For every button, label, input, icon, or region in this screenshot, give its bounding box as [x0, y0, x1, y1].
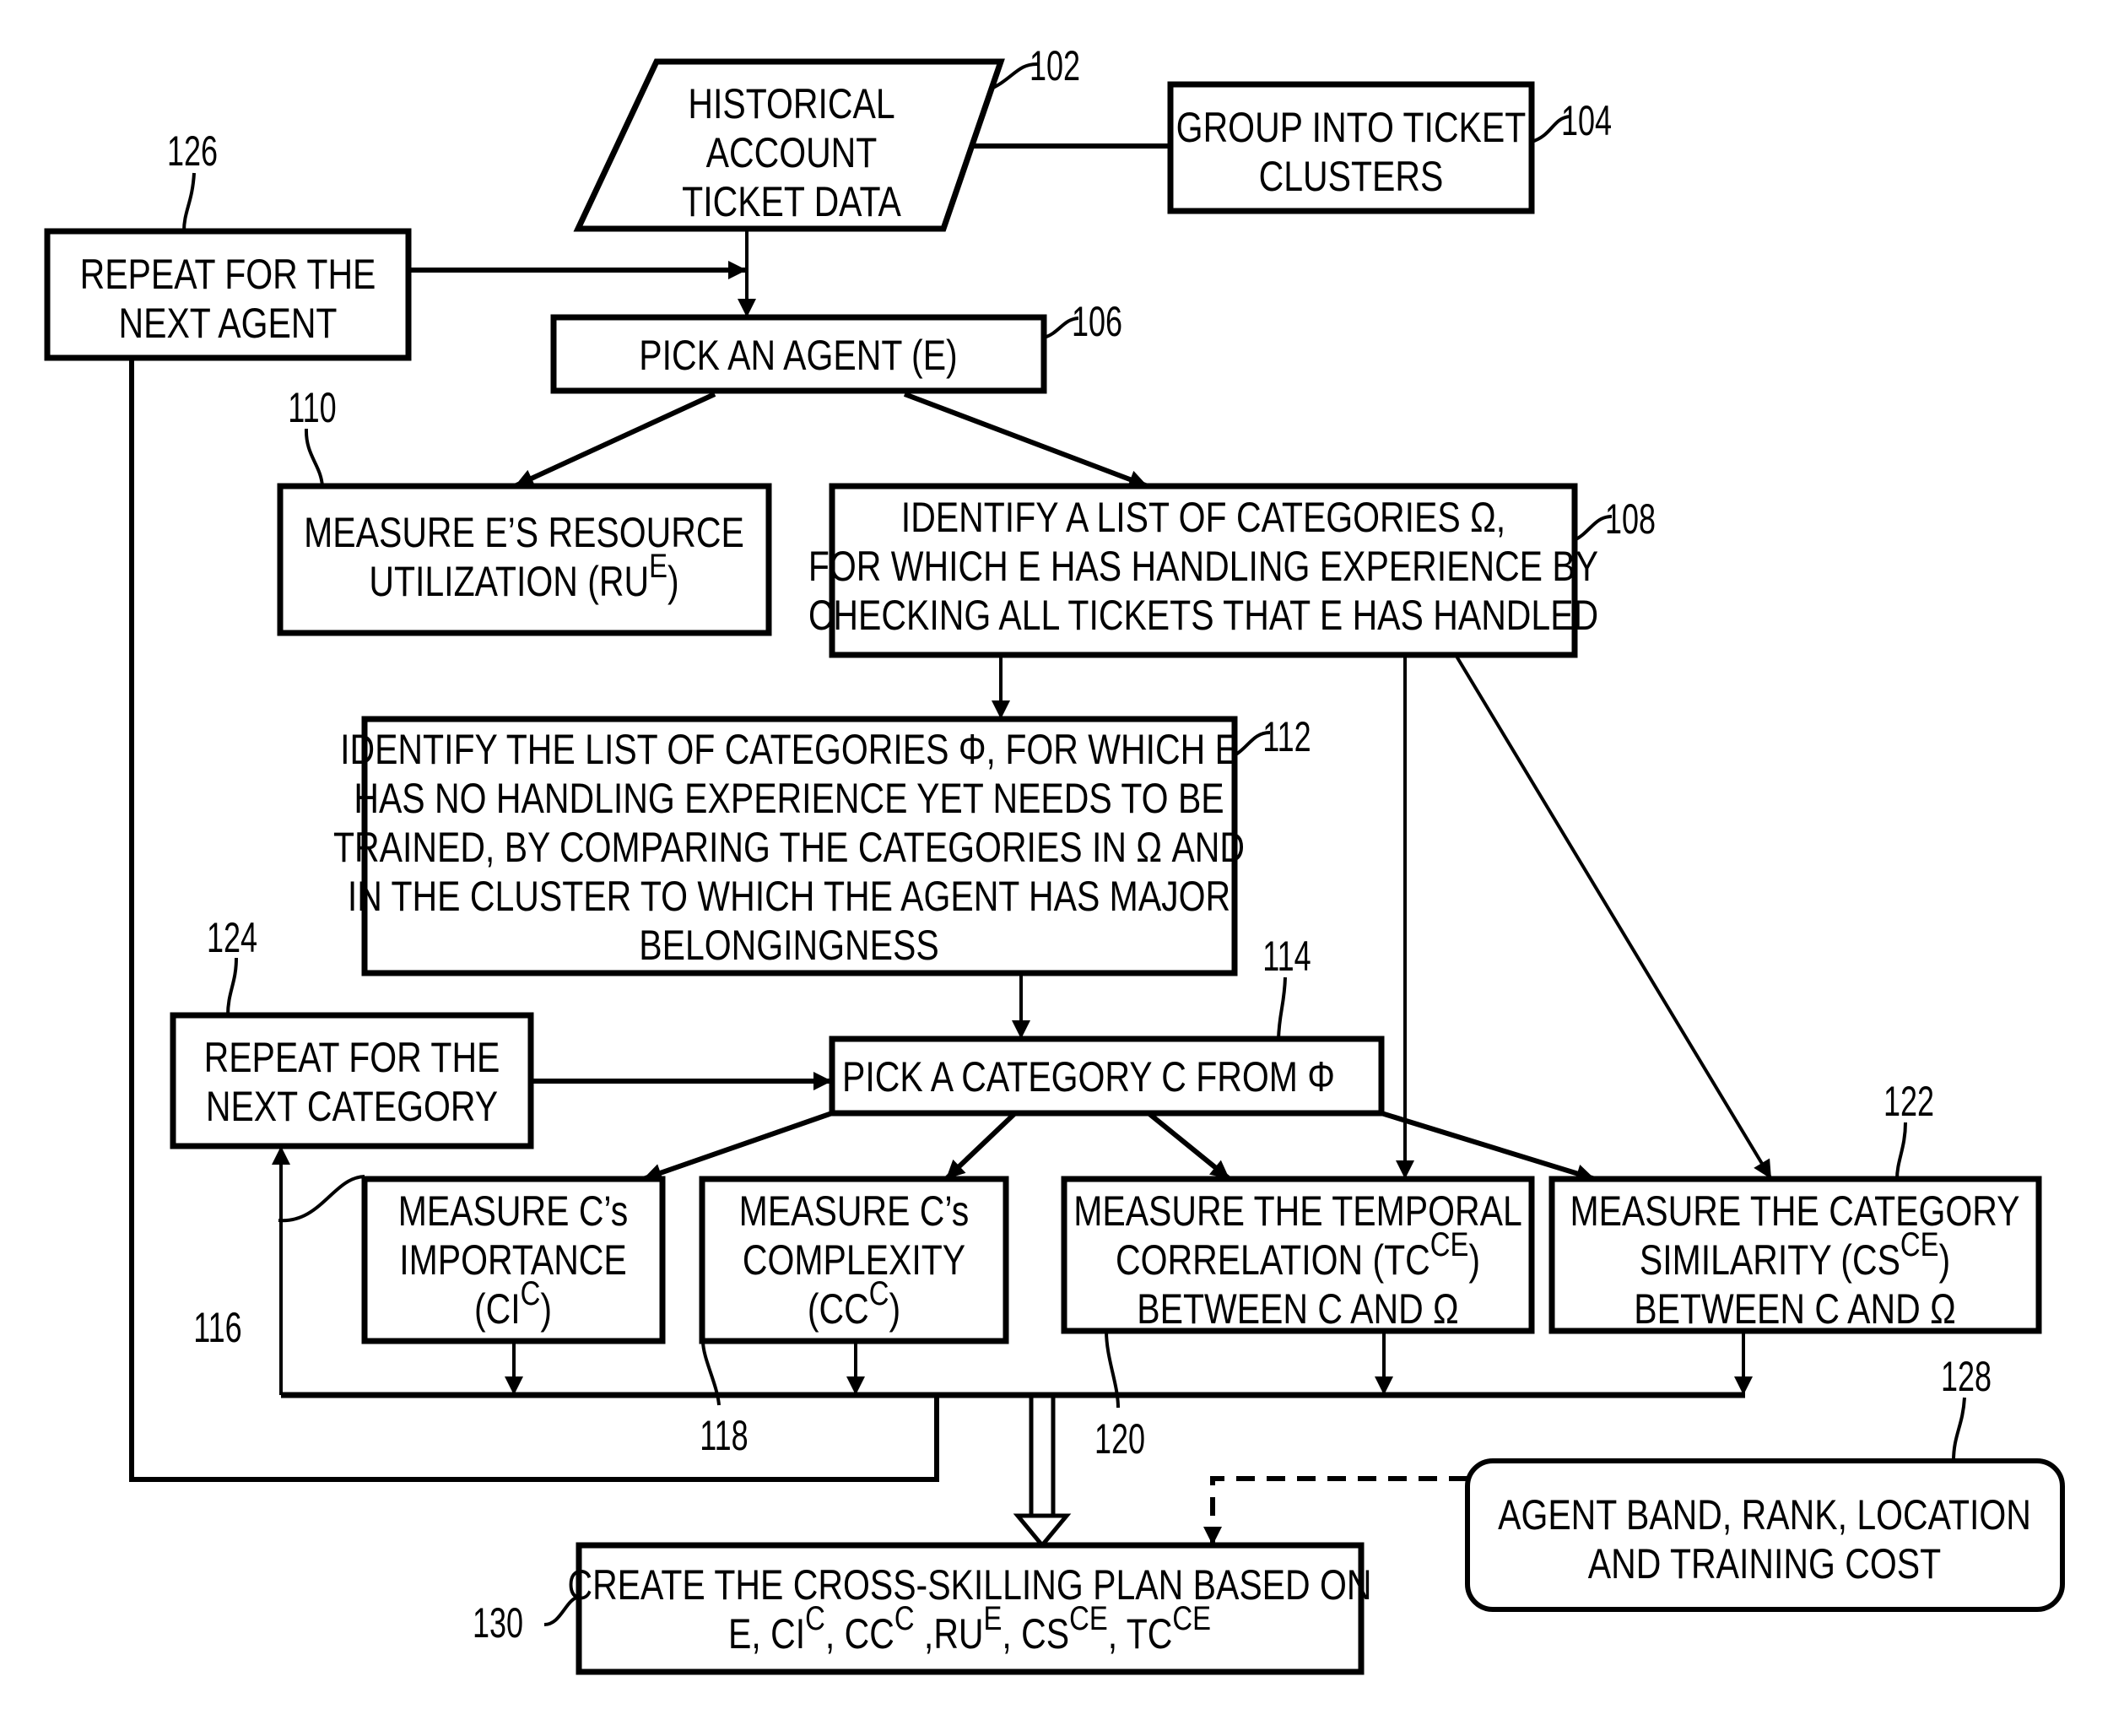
node-112-line-1: HAS NO HANDLING EXPERIENCE YET NEEDS TO …: [354, 775, 1224, 822]
node-112-line-0: IDENTIFY THE LIST OF CATEGORIES Φ, FOR W…: [340, 726, 1238, 773]
node-118-line-1: COMPLEXITY: [743, 1236, 965, 1284]
edge-bus-130: [1013, 1395, 1072, 1549]
leader-124: [226, 957, 238, 1016]
edge-114-118: [943, 1111, 1018, 1182]
node-104-line-0: GROUP INTO TICKET: [1176, 104, 1527, 151]
node-108-line-0: IDENTIFY A LIST OF CATEGORIES Ω,: [901, 494, 1505, 541]
node-128-line-0: AGENT BAND, RANK, LOCATION: [1498, 1491, 2031, 1539]
leader-126: [182, 172, 196, 232]
node-102-line-0: HISTORICAL: [688, 80, 894, 127]
node-122-line-2: BETWEEN C AND Ω: [1634, 1285, 1955, 1333]
edge-106-110: [513, 392, 716, 489]
leader-122: [1895, 1122, 1907, 1180]
node-126-line-0: REPEAT FOR THE: [80, 251, 376, 298]
node-118-line-0: MEASURE C’s: [739, 1187, 970, 1235]
leader-114: [1277, 976, 1287, 1040]
node-114-line-0: PICK A CATEGORY C FROM Φ: [842, 1053, 1335, 1101]
edge-114-122: [1381, 1111, 1596, 1183]
node-102-line-2: TICKET DATA: [682, 178, 901, 225]
node-112-line-2: TRAINED, BY COMPARING THE CATEGORIES IN …: [333, 824, 1245, 871]
ref-numeral-116: 116: [193, 1305, 241, 1351]
ref-numeral-112: 112: [1262, 714, 1311, 760]
ref-numeral-108: 108: [1605, 496, 1656, 543]
edge-128-130: [1203, 1476, 1467, 1545]
leader-110: [304, 428, 324, 487]
node-122-line-0: MEASURE THE CATEGORY: [1570, 1187, 2019, 1235]
flowchart-canvas: HISTORICALACCOUNTTICKET DATA GROUP INTO T…: [44, 43, 2065, 1675]
ref-numeral-124: 124: [207, 915, 257, 961]
node-124-line-0: REPEAT FOR THE: [204, 1034, 500, 1081]
ref-numeral-102: 102: [1030, 43, 1080, 89]
node-124-line-1: NEXT CATEGORY: [206, 1083, 498, 1130]
edge-108-122: [1454, 653, 1773, 1181]
edge-114-120: [1147, 1111, 1231, 1182]
ref-numeral-130: 130: [473, 1600, 523, 1647]
ref-numeral-128: 128: [1941, 1354, 1992, 1400]
node-128-line-1: AND TRAINING COST: [1588, 1540, 1941, 1587]
ref-numeral-118: 118: [700, 1413, 748, 1459]
node-108-line-1: FOR WHICH E HAS HANDLING EXPERIENCE BY: [808, 543, 1598, 590]
node-112-line-3: IN THE CLUSTER TO WHICH THE AGENT HAS MA…: [348, 873, 1230, 920]
node-102-line-1: ACCOUNT: [706, 129, 878, 176]
node-130-line-0: CREATE THE CROSS-SKILLING PLAN BASED ON: [567, 1561, 1371, 1609]
edge-114-116: [642, 1111, 833, 1182]
ref-numeral-110: 110: [288, 385, 336, 431]
node-106-line-0: PICK AN AGENT (E): [639, 332, 957, 379]
ref-numeral-122: 122: [1883, 1079, 1934, 1125]
node-116-line-1: IMPORTANCE: [399, 1236, 627, 1284]
edge-106-108: [903, 392, 1149, 489]
ref-numeral-120: 120: [1094, 1416, 1145, 1463]
ref-numeral-106: 106: [1072, 299, 1122, 345]
leader-116: [278, 1175, 365, 1223]
node-120-line-2: BETWEEN C AND Ω: [1137, 1285, 1458, 1333]
ref-numeral-126: 126: [167, 128, 218, 175]
node-108-line-2: CHECKING ALL TICKETS THAT E HAS HANDLED: [808, 592, 1598, 639]
node-112-line-4: BELONGINGNESS: [639, 922, 938, 969]
leader-128: [1952, 1397, 1966, 1462]
ref-numeral-104: 104: [1561, 98, 1612, 144]
node-104-line-1: CLUSTERS: [1259, 153, 1444, 200]
ref-numeral-114: 114: [1262, 933, 1311, 980]
node-116-line-0: MEASURE C’s: [398, 1187, 629, 1235]
node-110-line-0: MEASURE E’S RESOURCE: [304, 509, 744, 556]
node-126-line-1: NEXT AGENT: [119, 300, 338, 347]
